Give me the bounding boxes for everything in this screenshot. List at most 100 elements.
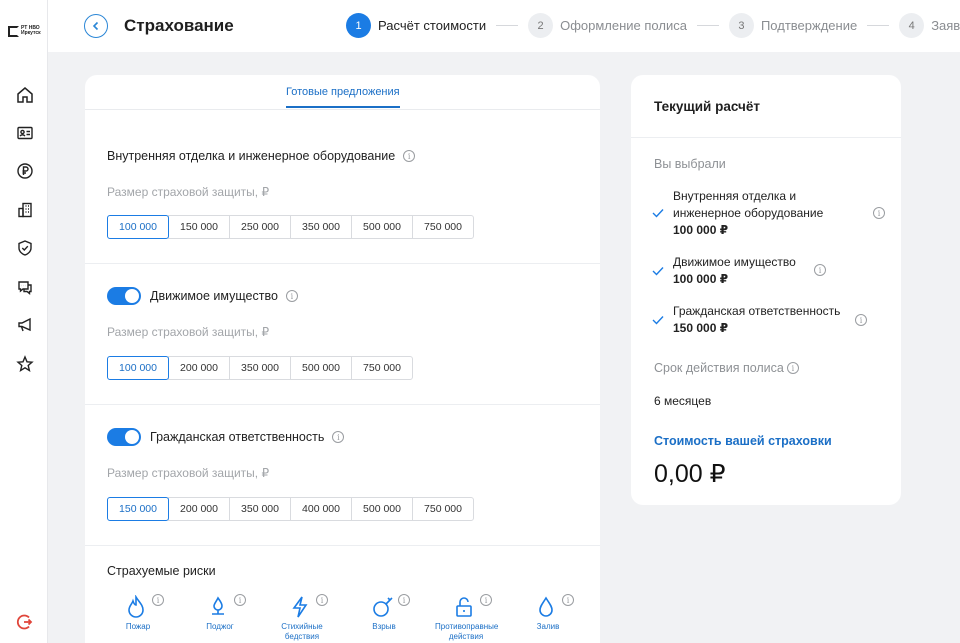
- risk-label: Взрыв: [372, 622, 396, 631]
- risk-label: Залив: [536, 622, 560, 631]
- step-number: 1: [346, 13, 371, 38]
- ruble-icon[interactable]: [14, 160, 36, 182]
- section-title: Внутренняя отделка и инженерное оборудов…: [107, 149, 396, 163]
- coverage-option[interactable]: 500 000: [351, 497, 413, 521]
- risks-list: i Пожар i Поджог i Стихийные бедствия i …: [107, 590, 599, 643]
- id-card-icon[interactable]: [14, 122, 36, 144]
- section-movable-header: Движимое имущество i: [107, 287, 298, 305]
- tab-ready-offers[interactable]: Готовые предложения: [286, 86, 400, 108]
- coverage-option[interactable]: 250 000: [229, 215, 291, 239]
- section-liability-header: Гражданская ответственность i: [107, 428, 345, 446]
- coverage-option[interactable]: 150 000: [107, 497, 169, 521]
- sidebar: РТ НВО Иркутск: [0, 0, 48, 643]
- coverage-option[interactable]: 350 000: [290, 215, 352, 239]
- lightning-icon: [292, 596, 308, 618]
- chevron-left-icon: [92, 21, 99, 31]
- step-confirmation[interactable]: 3 Подтверждение: [728, 13, 857, 38]
- check-icon: [652, 316, 664, 325]
- divider: [85, 404, 600, 405]
- movable-property-toggle[interactable]: [107, 287, 141, 305]
- risk-explosion[interactable]: i Взрыв: [353, 590, 435, 643]
- chosen-label: Вы выбрали: [654, 157, 726, 171]
- company-logo[interactable]: РТ НВО Иркутск: [8, 23, 42, 39]
- logo-mark: [8, 25, 19, 37]
- arson-icon: [212, 596, 224, 615]
- info-icon[interactable]: i: [562, 594, 574, 606]
- info-icon[interactable]: i: [814, 264, 826, 276]
- summary-item-amount: 100 000 ₽: [673, 272, 729, 286]
- step-application[interactable]: 4 Заявка: [899, 13, 960, 38]
- coverage-option[interactable]: 750 000: [412, 215, 474, 239]
- info-icon[interactable]: i: [234, 594, 246, 606]
- coverage-label: Размер страховой защиты, ₽: [107, 185, 270, 199]
- page-title: Страхование: [124, 16, 234, 35]
- risk-label: Противоправные действия: [435, 622, 499, 641]
- back-button[interactable]: [84, 14, 108, 38]
- insurance-form-card: Готовые предложения Внутренняя отделка и…: [85, 75, 600, 643]
- info-icon[interactable]: i: [873, 207, 885, 219]
- step-calculation[interactable]: 1 Расчёт стоимости: [346, 13, 486, 38]
- summary-item-name: Гражданская ответственность: [673, 304, 841, 318]
- divider: [631, 137, 901, 138]
- step-divider: [696, 25, 719, 26]
- coverage-option[interactable]: 100 000: [107, 356, 169, 380]
- coverage-option[interactable]: 750 000: [351, 356, 413, 380]
- logout-icon[interactable]: [15, 612, 35, 632]
- coverage-option[interactable]: 350 000: [229, 497, 291, 521]
- step-number: 4: [899, 13, 925, 38]
- risk-flooding[interactable]: i Залив: [517, 590, 599, 643]
- info-icon[interactable]: i: [316, 594, 328, 606]
- term-label-row: Срок действия полиса i: [654, 361, 799, 375]
- info-icon[interactable]: i: [403, 150, 416, 162]
- home-icon[interactable]: [14, 84, 36, 106]
- step-divider: [496, 25, 519, 26]
- step-number: 2: [528, 13, 554, 38]
- megaphone-icon[interactable]: [14, 314, 36, 336]
- info-icon[interactable]: i: [480, 594, 492, 606]
- coverage-option[interactable]: 750 000: [412, 497, 474, 521]
- info-icon[interactable]: i: [285, 290, 298, 302]
- section-interior-header: Внутренняя отделка и инженерное оборудов…: [107, 149, 416, 163]
- building-icon[interactable]: [14, 199, 36, 221]
- coverage-options-movable: 100 000 200 000 350 000 500 000 750 000: [107, 356, 413, 380]
- shield-check-icon[interactable]: [14, 237, 36, 259]
- info-icon[interactable]: i: [152, 594, 164, 606]
- summary-item: Движимое имущество 100 000 ₽: [673, 254, 863, 288]
- coverage-option[interactable]: 150 000: [168, 215, 230, 239]
- section-title: Движимое имущество: [150, 289, 278, 303]
- info-icon[interactable]: i: [398, 594, 410, 606]
- coverage-option[interactable]: 500 000: [290, 356, 352, 380]
- coverage-option[interactable]: 200 000: [168, 497, 230, 521]
- coverage-options-interior: 100 000 150 000 250 000 350 000 500 000 …: [107, 215, 474, 239]
- term-value: 6 месяцев: [654, 394, 712, 408]
- page-header: Страхование 1 Расчёт стоимости 2 Оформле…: [48, 0, 960, 52]
- explosion-icon: [373, 597, 393, 617]
- risk-arson[interactable]: i Поджог: [189, 590, 271, 643]
- current-calculation-card: Текущий расчёт Вы выбрали Внутренняя отд…: [631, 75, 901, 505]
- cost-label: Стоимость вашей страховки: [654, 434, 832, 448]
- info-icon[interactable]: i: [332, 431, 345, 443]
- tab-bar: Готовые предложения: [85, 75, 600, 110]
- star-icon[interactable]: [14, 353, 36, 375]
- summary-item-name: Движимое имущество: [673, 255, 796, 269]
- stepper: 1 Расчёт стоимости 2 Оформление полиса 3…: [346, 13, 960, 38]
- step-divider: [867, 25, 890, 26]
- chat-icon[interactable]: [14, 276, 36, 298]
- lock-icon: [456, 597, 472, 617]
- step-label: Оформление полиса: [560, 18, 687, 33]
- risks-title: Страхуемые риски: [107, 564, 216, 578]
- liability-toggle[interactable]: [107, 428, 141, 446]
- risk-disasters[interactable]: i Стихийные бедствия: [271, 590, 353, 643]
- coverage-option[interactable]: 500 000: [351, 215, 413, 239]
- coverage-option[interactable]: 200 000: [168, 356, 230, 380]
- step-policy-registration[interactable]: 2 Оформление полиса: [528, 13, 687, 38]
- coverage-option[interactable]: 350 000: [229, 356, 291, 380]
- risk-label: Стихийные бедствия: [281, 622, 323, 641]
- risk-label: Поджог: [206, 622, 234, 631]
- risk-unlawful-acts[interactable]: i Противоправные действия: [435, 590, 517, 643]
- coverage-option[interactable]: 100 000: [107, 215, 169, 239]
- info-icon[interactable]: i: [855, 314, 867, 326]
- info-icon[interactable]: i: [786, 362, 799, 374]
- risk-fire[interactable]: i Пожар: [107, 590, 189, 643]
- coverage-option[interactable]: 400 000: [290, 497, 352, 521]
